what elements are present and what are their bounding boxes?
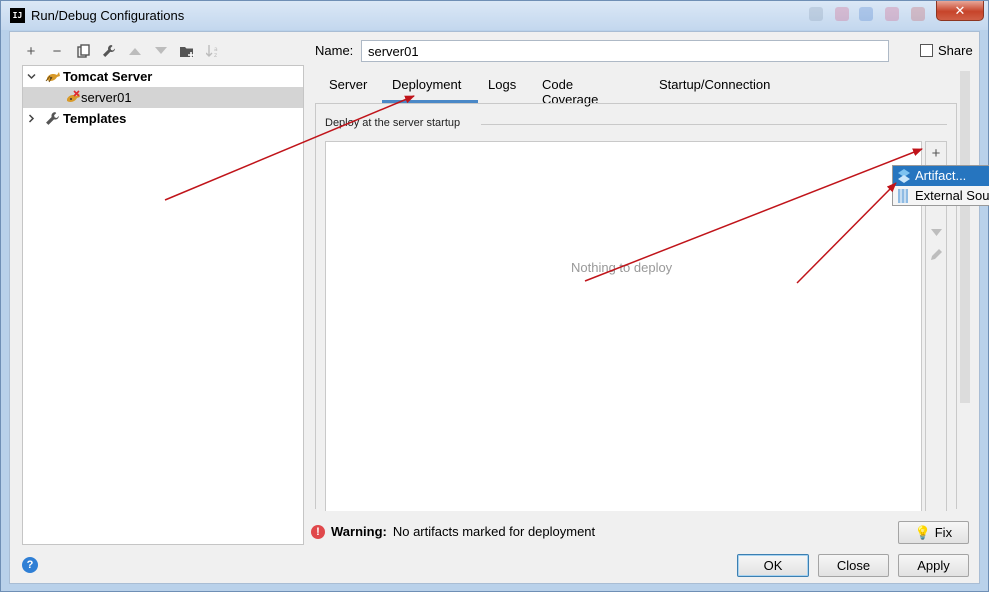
dialog-window: IJ Run/Debug Configurations ✕ + − a z To… xyxy=(0,0,989,592)
intellij-logo-icon: IJ xyxy=(10,8,25,23)
remove-icon[interactable]: − xyxy=(48,42,66,60)
folder-add-icon[interactable] xyxy=(178,42,196,60)
configuration-tree[interactable]: Tomcat Server server01 Templates xyxy=(22,65,304,545)
tree-item-server01[interactable]: server01 xyxy=(23,87,303,108)
blurred-background-icon xyxy=(859,7,873,21)
tree-item-label: server01 xyxy=(81,90,132,105)
blurred-background-icon xyxy=(835,7,849,21)
tree-item-tomcat-server[interactable]: Tomcat Server xyxy=(23,66,303,87)
vertical-scrollbar[interactable] xyxy=(960,71,970,403)
warning-text: No artifacts marked for deployment xyxy=(392,524,596,539)
deployment-panel: Deploy at the server startup Nothing to … xyxy=(315,103,957,511)
blurred-background-icon xyxy=(911,7,925,21)
menu-item-artifact[interactable]: Artifact... xyxy=(893,166,989,186)
tree-item-label: Tomcat Server xyxy=(63,69,153,84)
tree-item-templates[interactable]: Templates xyxy=(23,108,303,129)
blurred-background-icon xyxy=(885,7,899,21)
name-label: Name: xyxy=(315,43,354,58)
dialog-content: + − az Tomcat Server server01 Templates … xyxy=(9,31,980,584)
window-close-button[interactable]: ✕ xyxy=(936,1,984,21)
apply-button[interactable]: Apply xyxy=(898,554,969,577)
share-checkbox[interactable]: Share xyxy=(920,43,973,58)
window-title: Run/Debug Configurations xyxy=(31,8,185,23)
add-icon[interactable]: + xyxy=(22,42,40,60)
menu-item-label: External Source... xyxy=(915,188,989,203)
menu-item-label: Artifact... xyxy=(915,168,967,183)
section-divider xyxy=(481,124,947,125)
close-button[interactable]: Close xyxy=(818,554,889,577)
move-up-icon xyxy=(126,42,144,60)
menu-item-external-source[interactable]: External Source... xyxy=(893,186,989,205)
wrench-icon[interactable] xyxy=(100,42,118,60)
tab-server[interactable]: Server xyxy=(329,77,367,92)
add-deployment-menu: Artifact... External Source... xyxy=(892,165,989,206)
move-down-icon xyxy=(152,42,170,60)
tab-logs[interactable]: Logs xyxy=(488,77,516,92)
tab-startup-connection[interactable]: Startup/Connection xyxy=(659,77,770,92)
share-label: Share xyxy=(938,43,973,58)
edit-icon xyxy=(926,247,946,267)
title-bar[interactable]: IJ Run/Debug Configurations ✕ xyxy=(1,1,988,30)
chevron-right-icon[interactable] xyxy=(25,108,37,131)
lightbulb-icon: 💡 xyxy=(914,525,932,540)
warning-message: ! Warning: No artifacts marked for deplo… xyxy=(311,524,595,539)
blurred-background-icon xyxy=(809,7,823,21)
empty-state-text: Nothing to deploy xyxy=(571,260,673,275)
ok-button[interactable]: OK xyxy=(737,554,809,577)
copy-icon[interactable] xyxy=(74,42,92,60)
sort-icon: az xyxy=(204,42,222,60)
help-icon[interactable]: ? xyxy=(22,557,38,573)
configuration-name-input[interactable] xyxy=(361,40,889,62)
external-source-icon xyxy=(898,189,910,203)
chevron-down-icon[interactable] xyxy=(25,66,37,89)
tomcat-error-icon xyxy=(65,90,81,106)
tree-item-label: Templates xyxy=(63,111,127,126)
warning-label: Warning: xyxy=(331,524,387,539)
warning-icon: ! xyxy=(311,524,325,539)
deployment-list[interactable]: Nothing to deploy xyxy=(325,141,922,511)
section-title: Deploy at the server startup xyxy=(325,117,461,129)
checkbox-box[interactable] xyxy=(920,44,933,57)
svg-text:z: z xyxy=(214,52,217,58)
move-down-icon xyxy=(926,222,946,242)
fix-button[interactable]: 💡 Fix xyxy=(898,521,969,544)
artifact-icon xyxy=(898,169,910,183)
configuration-toolbar: + − az xyxy=(22,41,222,61)
add-artifact-icon[interactable]: + xyxy=(926,144,946,164)
tomcat-icon xyxy=(45,69,61,85)
fix-label: Fix xyxy=(934,525,953,540)
tab-deployment[interactable]: Deployment xyxy=(392,77,461,92)
wrench-icon xyxy=(45,111,61,127)
